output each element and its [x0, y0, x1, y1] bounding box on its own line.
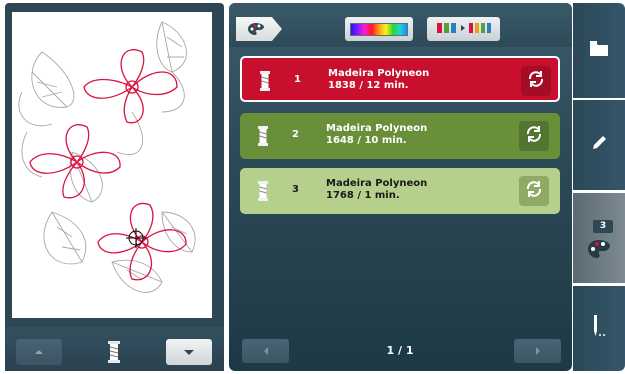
thread-info: 1648 / 10 min.	[326, 135, 407, 146]
thread-row-1[interactable]: 1 Madeira Polyneon 1838 / 12 min.	[240, 56, 560, 102]
rainbow-bar-icon	[350, 22, 408, 36]
thread-spool-icon	[108, 341, 120, 363]
thread-spool-icon	[258, 126, 268, 146]
page-indicator: 1 / 1	[386, 344, 414, 357]
palette-icon	[248, 20, 264, 39]
spools-arrow-icon	[435, 20, 493, 39]
triangle-up-icon	[35, 350, 43, 354]
thread-spool-icon	[260, 71, 270, 91]
color-count-badge: 3	[593, 220, 613, 233]
sort-colors-button[interactable]	[427, 17, 500, 41]
swap-thread-button[interactable]	[519, 176, 549, 206]
folder-icon	[590, 41, 608, 60]
previous-page-button[interactable]	[242, 339, 289, 363]
thread-number: 3	[292, 184, 299, 195]
triangle-left-icon	[263, 347, 268, 355]
embroidery-design-image	[18, 21, 196, 293]
thread-number: 1	[294, 74, 301, 85]
refresh-icon	[527, 70, 545, 92]
thread-info: 1768 / 1 min.	[326, 190, 400, 201]
edit-tab[interactable]	[573, 100, 625, 190]
folder-tab[interactable]	[573, 3, 625, 98]
swap-thread-button[interactable]	[521, 66, 551, 96]
refresh-icon	[525, 180, 543, 202]
next-page-button[interactable]	[514, 339, 561, 363]
colors-tab[interactable]	[573, 193, 625, 283]
triangle-down-icon	[184, 349, 194, 355]
thread-row-2[interactable]: 2 Madeira Polyneon 1648 / 10 min.	[240, 113, 560, 159]
triangle-right-icon	[535, 347, 540, 355]
embroidery-preview[interactable]	[12, 12, 212, 318]
stitch-tab[interactable]	[573, 286, 625, 371]
needle-icon	[589, 314, 609, 343]
scroll-down-button[interactable]	[166, 339, 212, 365]
thread-brand: Madeira Polyneon	[326, 178, 428, 189]
color-wheel-button[interactable]	[345, 17, 413, 41]
thread-number: 2	[292, 129, 299, 140]
thread-info: 1838 / 12 min.	[328, 80, 409, 91]
thread-brand: Madeira Polyneon	[326, 123, 428, 134]
refresh-icon	[525, 125, 543, 147]
scroll-up-button[interactable]	[16, 339, 62, 365]
swap-thread-button[interactable]	[519, 121, 549, 151]
palette-icon	[588, 240, 610, 262]
thread-row-3[interactable]: 3 Madeira Polyneon 1768 / 1 min.	[240, 168, 560, 214]
thread-spool-icon	[258, 181, 268, 201]
pencil-icon	[590, 134, 608, 156]
thread-brand: Madeira Polyneon	[328, 68, 430, 79]
